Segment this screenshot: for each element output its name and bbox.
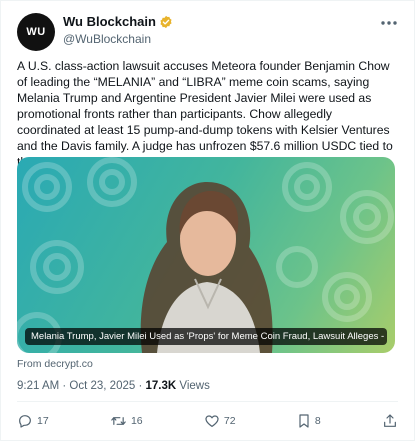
bookmark-count: 8 bbox=[314, 415, 321, 427]
link-card[interactable]: Melania Trump, Javier Milei Used as 'Pro… bbox=[17, 157, 395, 353]
share-button[interactable] bbox=[382, 413, 398, 429]
bookmark-button[interactable]: 8 bbox=[297, 413, 321, 429]
card-image bbox=[17, 157, 394, 353]
more-horizontal-icon bbox=[381, 21, 397, 25]
heart-icon bbox=[205, 415, 219, 427]
display-name-row: Wu Blockchain bbox=[63, 14, 173, 29]
bookmark-icon bbox=[299, 414, 309, 428]
reply-button[interactable]: 17 bbox=[17, 413, 49, 429]
more-options-button[interactable] bbox=[378, 15, 400, 31]
like-count: 72 bbox=[223, 415, 236, 427]
tweet-detail: WU Wu Blockchain @WuBlockchain A U.S. cl… bbox=[0, 0, 415, 441]
share-icon bbox=[384, 414, 396, 427]
reply-count: 17 bbox=[37, 415, 49, 427]
like-button[interactable]: 72 bbox=[204, 413, 236, 429]
verified-badge-icon bbox=[159, 15, 173, 29]
retweet-count: 16 bbox=[130, 415, 143, 427]
card-caption: Melania Trump, Javier Milei Used as 'Pro… bbox=[25, 328, 387, 345]
tweet-meta: 9:21 AM · Oct 23, 2025 · 17.3K Views bbox=[17, 380, 210, 392]
handle[interactable]: @WuBlockchain bbox=[63, 32, 173, 46]
tweet-text: A U.S. class-action lawsuit accuses Mete… bbox=[17, 59, 393, 169]
author-info: Wu Blockchain @WuBlockchain bbox=[63, 14, 173, 46]
views-label: Views bbox=[176, 380, 210, 392]
divider bbox=[17, 401, 398, 402]
views-count: 17.3K bbox=[145, 380, 177, 392]
avatar[interactable]: WU bbox=[17, 13, 55, 51]
retweet-icon bbox=[111, 417, 126, 425]
avatar-logo-text: WU bbox=[26, 26, 46, 38]
reply-icon bbox=[19, 415, 31, 428]
retweet-button[interactable]: 16 bbox=[110, 413, 143, 429]
timestamp[interactable]: 9:21 AM · Oct 23, 2025 · bbox=[17, 380, 145, 392]
card-source[interactable]: From decrypt.co bbox=[17, 358, 93, 370]
display-name[interactable]: Wu Blockchain bbox=[63, 14, 156, 29]
action-bar: 17 16 72 8 bbox=[17, 409, 398, 433]
